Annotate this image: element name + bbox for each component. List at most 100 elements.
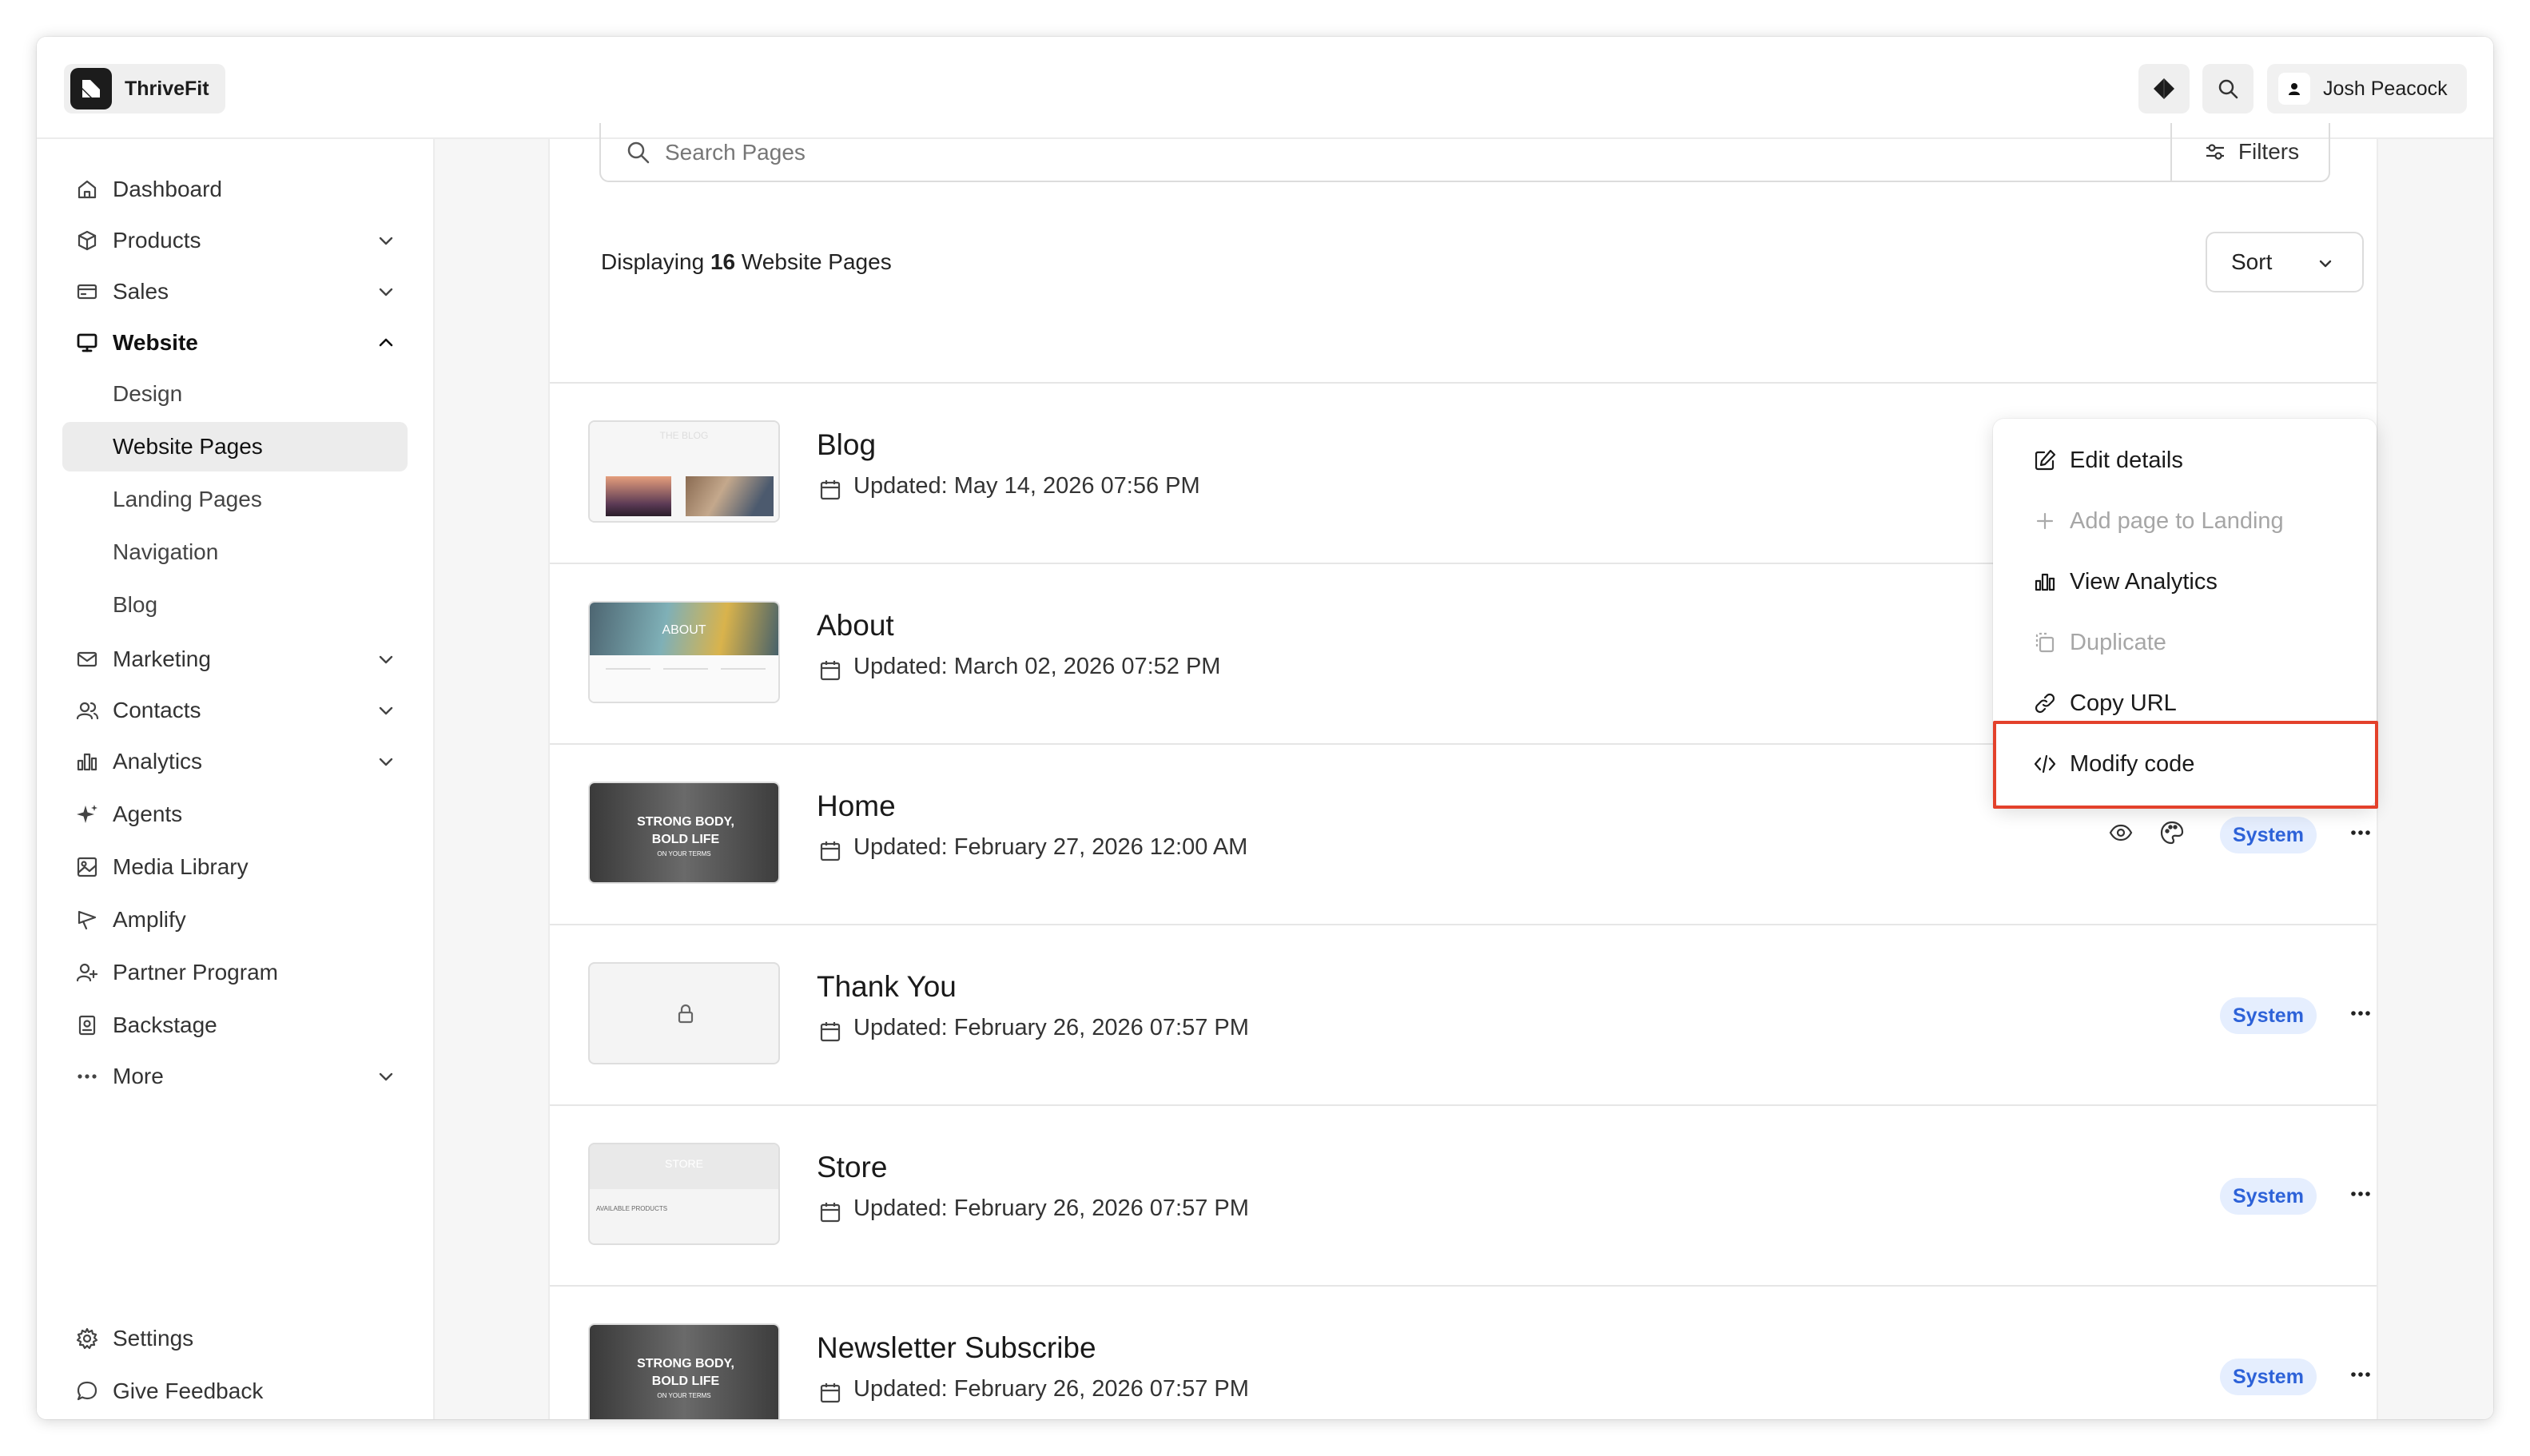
sidebar-item-amplify[interactable]: Amplify (62, 895, 408, 945)
page-thumbnail[interactable] (588, 962, 780, 1064)
more-actions-button[interactable] (2345, 818, 2377, 850)
more-actions-button[interactable] (2345, 1360, 2377, 1392)
sidebar-subitem-design[interactable]: Design (62, 369, 408, 419)
chevron-down-icon[interactable] (376, 700, 396, 721)
sidebar-item-contacts[interactable]: Contacts (62, 686, 408, 735)
menu-item-label: Copy URL (2070, 690, 2177, 716)
sidebar-subitem-label: Website Pages (113, 434, 263, 459)
chevron-down-icon[interactable] (376, 1066, 396, 1087)
sidebar-item-sales[interactable]: Sales (62, 267, 408, 316)
page-title[interactable]: Thank You (817, 970, 957, 1004)
page-title[interactable]: About (817, 609, 894, 642)
thumb-heading: THE BLOG (659, 430, 709, 441)
diamond-button[interactable] (2138, 64, 2190, 113)
bar-chart-icon (75, 750, 99, 774)
mail-icon (75, 647, 99, 671)
thumb-heading: STORE (665, 1157, 703, 1170)
chevron-up-icon[interactable] (376, 332, 396, 353)
sidebar-item-products[interactable]: Products (62, 216, 408, 265)
chat-icon (75, 1379, 99, 1403)
sidebar-item-give-feedback[interactable]: Give Feedback (62, 1366, 408, 1416)
ellipsis-icon (2348, 1181, 2373, 1211)
plus-icon (2031, 507, 2059, 535)
chevron-down-icon[interactable] (376, 751, 396, 772)
calendar-icon (818, 1020, 842, 1048)
page-thumbnail[interactable]: STRONG BODY, BOLD LIFE ON YOUR TERMS (588, 1323, 780, 1419)
sidebar-item-analytics[interactable]: Analytics (62, 737, 408, 786)
menu-item-edit-details[interactable]: Edit details (1993, 430, 2377, 491)
chevron-down-icon[interactable] (376, 649, 396, 670)
sidebar-item-label: Dashboard (113, 177, 222, 201)
sidebar-item-label: Give Feedback (113, 1378, 264, 1403)
menu-item-view-analytics[interactable]: View Analytics (1993, 551, 2377, 612)
menu-item-label: Add page to Landing (2070, 507, 2284, 534)
page-title[interactable]: Newsletter Subscribe (817, 1331, 1096, 1365)
page-title[interactable]: Blog (817, 428, 876, 462)
page-updated-date: Updated: February 27, 2026 12:00 AM (853, 834, 1248, 860)
page-thumbnail[interactable]: ABOUT (588, 601, 780, 703)
sidebar-item-more[interactable]: More (62, 1052, 408, 1101)
sidebar-item-dashboard[interactable]: Dashboard (62, 165, 408, 214)
sliders-icon (2206, 144, 2224, 160)
page-thumbnail[interactable]: STORE AVAILABLE PRODUCTS (588, 1143, 780, 1245)
sidebar-item-website[interactable]: Website (62, 318, 408, 368)
page-title[interactable]: Store (817, 1151, 887, 1184)
sort-label: Sort (2231, 249, 2273, 274)
brand-name: ThriveFit (125, 77, 209, 100)
sidebar-item-label: Sales (113, 279, 169, 304)
table-row[interactable]: STRONG BODY, BOLD LIFE ON YOUR TERMS News… (550, 1287, 2377, 1419)
sidebar-item-agents[interactable]: Agents (62, 790, 408, 839)
sidebar-subitem-blog[interactable]: Blog (62, 580, 408, 630)
brand-switcher[interactable]: ThriveFit (64, 64, 225, 113)
table-row[interactable]: Thank You Updated: February 26, 2026 07:5… (550, 925, 2377, 1106)
sidebar-item-marketing[interactable]: Marketing (62, 635, 408, 684)
page-thumbnail[interactable]: STRONG BODY, BOLD LIFE ON YOUR TERMS (588, 782, 780, 884)
design-button[interactable] (2156, 818, 2188, 850)
chevron-down-icon[interactable] (376, 230, 396, 251)
sidebar-item-settings[interactable]: Settings (62, 1314, 408, 1363)
edit-icon (2031, 447, 2059, 474)
diamond-icon (2154, 78, 2174, 99)
page-updated-date: Updated: February 26, 2026 07:57 PM (853, 1195, 1249, 1221)
sidebar-subitem-navigation[interactable]: Navigation (62, 527, 408, 577)
thumb-heading: STRONG BODY, BOLD LIFE (637, 815, 734, 846)
table-row[interactable]: STORE AVAILABLE PRODUCTS Store Updated: Fe… (550, 1106, 2377, 1287)
sidebar-subitem-label: Navigation (113, 539, 219, 564)
more-actions-button[interactable] (2345, 1180, 2377, 1211)
menu-item-duplicate: Duplicate (1993, 612, 2377, 673)
sidebar-subitem-landing-pages[interactable]: Landing Pages (62, 475, 408, 524)
sidebar-item-label: Amplify (113, 907, 186, 932)
sidebar-item-label: Agents (113, 802, 183, 826)
chevron-down-icon[interactable] (376, 281, 396, 302)
thumb-subheading: ON YOUR TERMS (657, 850, 711, 857)
app-window: ThriveFit Josh Peacock Dashboard Products… (37, 37, 2493, 1419)
sort-button[interactable]: Sort (2206, 232, 2364, 292)
sidebar-subitem-website-pages[interactable]: Website Pages (62, 422, 408, 471)
search-button[interactable] (2202, 64, 2254, 113)
sidebar-item-media-library[interactable]: Media Library (62, 842, 408, 892)
filters-button[interactable]: Filters (2170, 123, 2330, 181)
home-icon (75, 177, 99, 201)
thumb-subheading: AVAILABLE PRODUCTS (596, 1205, 668, 1212)
page-title[interactable]: Home (817, 790, 896, 823)
sidebar-item-partner-program[interactable]: Partner Program (62, 948, 408, 997)
sidebar-item-label: Website (113, 330, 198, 355)
page-updated-date: Updated: May 14, 2026 07:56 PM (853, 473, 1200, 499)
search-icon (2218, 79, 2238, 99)
sparkle-icon (75, 802, 99, 826)
sidebar: Dashboard Products Sales Website Marketing Co… (37, 139, 435, 1419)
sidebar-item-backstage[interactable]: Backstage (62, 1001, 408, 1050)
count-prefix: Displaying (601, 249, 710, 274)
user-menu-button[interactable]: Josh Peacock (2267, 64, 2467, 113)
thumb-heading: STRONG BODY, BOLD LIFE (637, 1357, 734, 1388)
link-icon (2031, 690, 2059, 717)
preview-button[interactable] (2105, 818, 2137, 850)
calendar-icon (818, 1381, 842, 1409)
more-actions-button[interactable] (2345, 999, 2377, 1031)
brand-logo-icon (70, 68, 112, 109)
search-input[interactable]: Search Pages (665, 140, 806, 165)
users-icon (75, 698, 99, 722)
page-updated-date: Updated: February 26, 2026 07:57 PM (853, 1015, 1249, 1040)
page-thumbnail[interactable]: THE BLOG (588, 420, 780, 523)
sidebar-subitem-label: Landing Pages (113, 487, 262, 511)
